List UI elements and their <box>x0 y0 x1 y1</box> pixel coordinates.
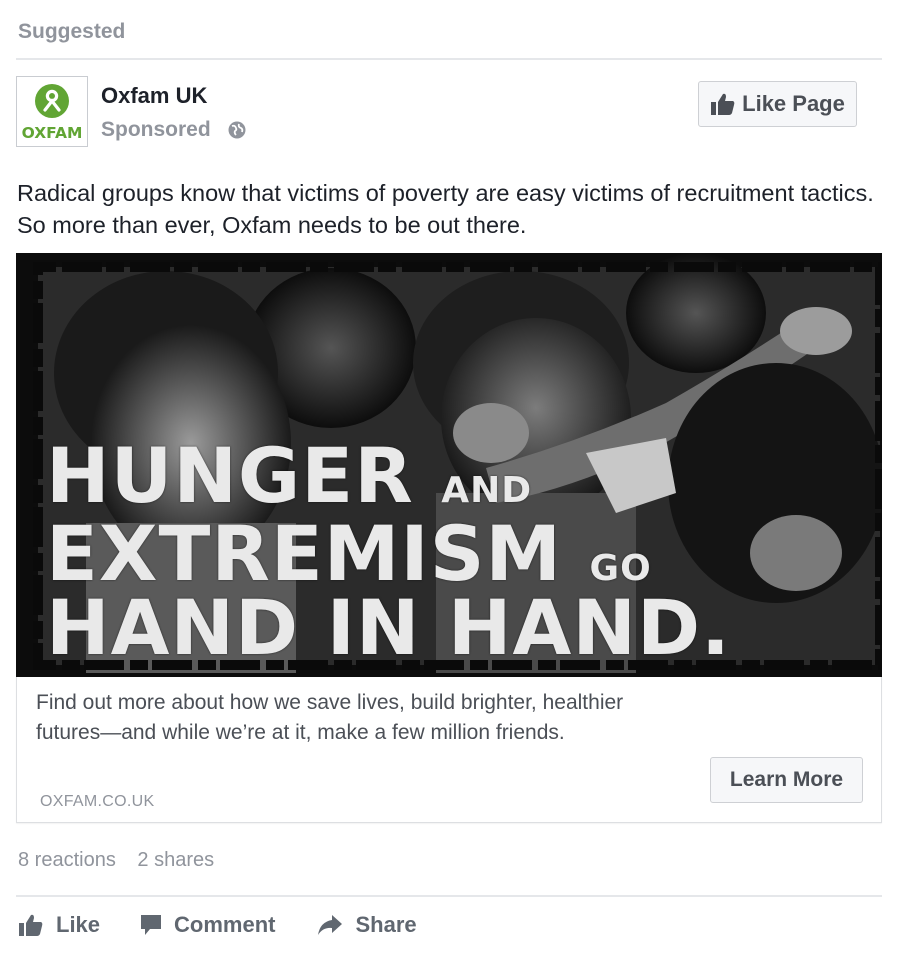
headline-line-1: HUNGER AND <box>46 431 532 520</box>
comment-icon <box>141 915 162 935</box>
like-page-label: Like Page <box>742 91 845 116</box>
ad-image[interactable]: HUNGER AND EXTREMISM GO HAND IN HAND. <box>16 253 882 677</box>
headline-word-hunger: HUNGER <box>46 431 414 520</box>
globe-icon <box>227 120 247 140</box>
top-divider <box>16 58 882 60</box>
engagement-summary: 8 reactions 2 shares <box>18 849 230 872</box>
thumbs-up-icon <box>710 92 736 116</box>
link-domain: OXFAM.CO.UK <box>40 793 155 810</box>
share-label: Share <box>355 912 417 937</box>
suggested-label: Suggested <box>18 20 126 43</box>
comment-label: Comment <box>174 912 276 937</box>
thumbs-up-icon <box>19 914 43 936</box>
action-bar: Like Comment Share <box>18 912 417 938</box>
like-page-button[interactable]: Like Page <box>698 81 857 127</box>
bottom-divider <box>16 895 882 897</box>
like-button[interactable]: Like <box>18 912 100 938</box>
page-name[interactable]: Oxfam UK <box>101 83 207 109</box>
logo-wordmark: OXFAM <box>22 124 83 142</box>
share-button[interactable]: Share <box>317 912 417 938</box>
headline-word-and: AND <box>441 470 533 511</box>
page-logo[interactable]: OXFAM <box>16 76 88 147</box>
comment-button[interactable]: Comment <box>140 912 275 938</box>
sponsored-label[interactable]: Sponsored <box>101 118 211 142</box>
share-arrow-icon <box>318 915 343 935</box>
shares-count[interactable]: 2 shares <box>137 849 214 871</box>
sponsored-row: Sponsored <box>101 118 247 142</box>
post-text: Radical groups know that victims of pove… <box>17 180 874 238</box>
reactions-count[interactable]: 8 reactions <box>18 849 116 871</box>
headline-line-3: HAND IN HAND. <box>46 583 731 672</box>
learn-more-button[interactable]: Learn More <box>710 757 863 803</box>
link-description: Find out more about how we save lives, b… <box>36 691 624 744</box>
link-card[interactable]: Find out more about how we save lives, b… <box>16 677 882 823</box>
like-label: Like <box>56 912 101 937</box>
